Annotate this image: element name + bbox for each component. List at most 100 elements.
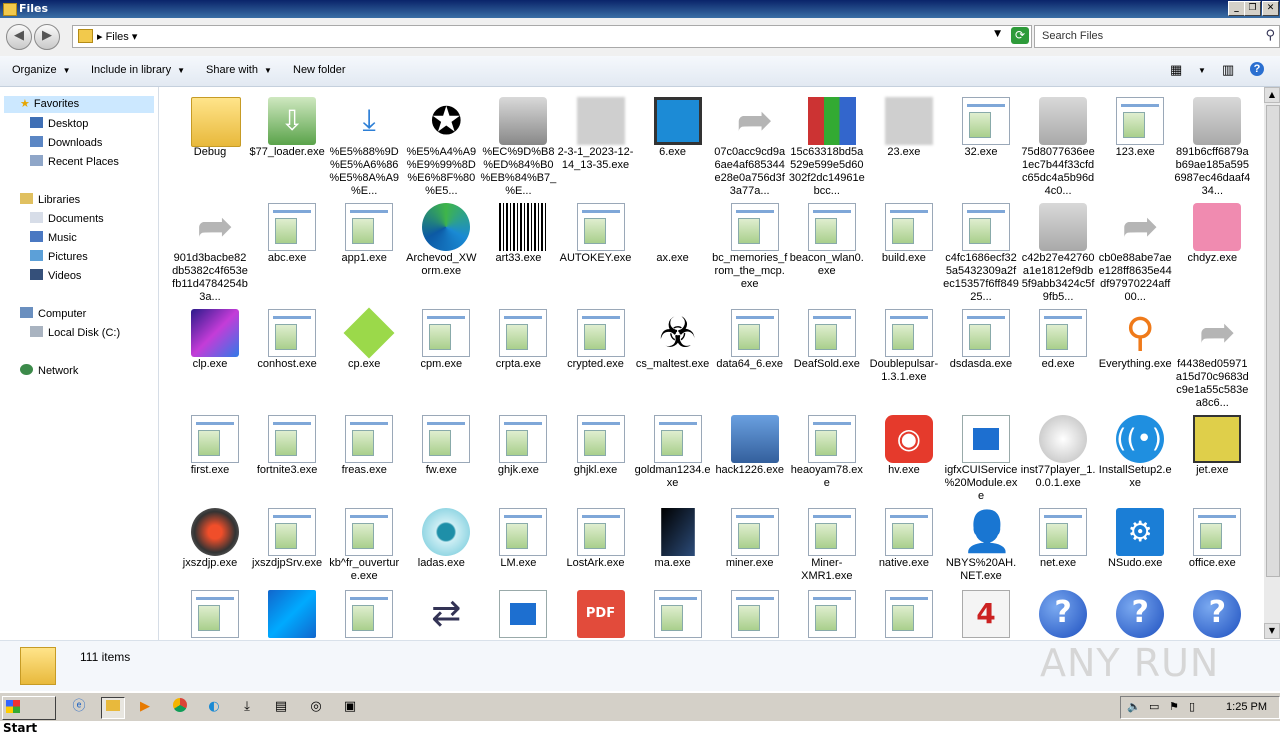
file-item[interactable]: cpm.exe [403, 303, 479, 407]
file-item[interactable]: ⤓ %E5%88%9D%E5%A6%86%E5%8A%A9%E... [326, 91, 402, 197]
preview-pane-icon[interactable]: ▥ [1222, 62, 1234, 78]
nav-desktop[interactable]: Desktop [30, 117, 88, 130]
action-center-icon[interactable]: ▯ [1189, 700, 1195, 713]
file-item[interactable]: ➦ cb0e88abe7aee128ff8635e44df97970224aff0… [1097, 197, 1173, 304]
file-item[interactable]: ➦ f4438ed05971a15d70c9683dc9e1a55c583ea8c… [1174, 303, 1250, 410]
file-item[interactable]: c4fc1686ecf325a5432309a2fec15357f6ff8492… [943, 197, 1019, 303]
file-item[interactable]: first.exe [172, 409, 248, 513]
file-item[interactable]: AUTOKEY.exe [558, 197, 634, 301]
file-item[interactable]: app1.exe [326, 197, 402, 301]
file-item[interactable]: ✪ %E5%A4%A9%E9%99%8D%E6%8F%80%E5... [403, 91, 479, 197]
file-item[interactable]: Archevod_XWorm.exe [403, 197, 479, 301]
nav-local-disk[interactable]: Local Disk (C:) [30, 326, 120, 339]
scroll-up-icon[interactable]: ▲ [1264, 87, 1280, 103]
edge-icon[interactable]: ◐ [203, 697, 225, 717]
file-item[interactable]: 2-3-1_2023-12-14_13-35.exe [558, 91, 634, 195]
file-item[interactable]: freas.exe [326, 409, 402, 513]
file-item[interactable]: 23.exe [866, 91, 942, 195]
file-item[interactable]: art33.exe [480, 197, 556, 301]
start-button[interactable]: Start [2, 696, 56, 735]
search-icon[interactable]: ⚲ [1265, 28, 1275, 43]
organize-button[interactable]: Organize ▼ [12, 64, 71, 76]
nav-computer[interactable]: Computer [20, 307, 86, 320]
nav-pictures[interactable]: Pictures [30, 250, 88, 263]
chevron-down-icon[interactable]: ▼ [994, 29, 1001, 39]
chevron-down-icon[interactable]: ▼ [1198, 66, 1206, 75]
file-item[interactable]: 4richedit.exe [943, 584, 1019, 639]
file-item[interactable]: PDFProject_8.ex [558, 584, 634, 639]
file-item[interactable]: jet.exe [1174, 409, 1250, 513]
include-in-library-button[interactable]: Include in library ▼ [91, 64, 185, 76]
file-item[interactable]: bc_memories_from_the_mcp.exe [712, 197, 788, 301]
file-item[interactable]: 891b6cff6879ab69ae185a5956987ec46daaf434… [1174, 91, 1250, 197]
breadcrumb[interactable]: ▸ Files ▾ [97, 30, 137, 43]
file-item[interactable]: 32.exe [943, 91, 1019, 195]
file-item[interactable]: %EC%9D%B8%ED%84%B0%EB%84%B7_%E... [480, 91, 556, 197]
search-input[interactable]: Search Files ⚲ [1034, 25, 1280, 48]
file-item[interactable]: fw.exe [403, 409, 479, 513]
file-item[interactable]: crpta.exe [480, 303, 556, 407]
file-item[interactable]: crypted.exe [558, 303, 634, 407]
clock[interactable]: 1:25 PM [1226, 701, 1267, 713]
file-item[interactable]: Ranseder.ex [789, 584, 865, 639]
file-item[interactable]: Doublepulsar-1.3.1.exe [866, 303, 942, 407]
nav-network[interactable]: Network [20, 364, 78, 377]
file-item[interactable]: data64_6.exe [712, 303, 788, 407]
file-item[interactable]: 123.exe [1097, 91, 1173, 195]
file-item[interactable]: Debug [172, 91, 248, 195]
nav-favorites[interactable]: ★ Favorites [4, 96, 154, 113]
new-folder-button[interactable]: New folder [293, 64, 346, 76]
nav-downloads[interactable]: Downloads [30, 136, 102, 149]
file-item[interactable]: newload.exe [172, 584, 248, 639]
file-item[interactable]: Project7.exe [635, 584, 711, 639]
file-item[interactable]: cp.exe [326, 303, 402, 407]
file-item[interactable]: ((•)) InstallSetup2.exe [1097, 409, 1173, 513]
file-item[interactable]: 75d8077636ee1ec7b44f33cfdc65dc4a5b96d4c0… [1020, 91, 1096, 197]
view-options-icon[interactable]: ▦ [1170, 62, 1182, 78]
file-item[interactable]: conhost.exe [249, 303, 325, 407]
file-item[interactable]: chdyz.exe [1174, 197, 1250, 301]
file-item[interactable]: 15c63318bd5a529e599e5d60302f2dc14961ebcc… [789, 91, 865, 197]
file-item[interactable]: ➦ 901d3bacbe82db5382c4f653efb11d4784254b3… [172, 197, 248, 304]
file-item[interactable]: PCclean_Eng [249, 584, 325, 639]
file-item[interactable]: dsdasda.exe [943, 303, 1019, 407]
file-item[interactable]: ?rty27.exe [1020, 584, 1096, 639]
media-player-icon[interactable]: ▶ [134, 697, 156, 717]
file-item[interactable]: qdhxpdybd [712, 584, 788, 639]
nav-libraries[interactable]: Libraries [20, 193, 80, 206]
file-item[interactable]: rec.exe [866, 584, 942, 639]
file-item[interactable]: c42b27e42760a1e1812ef9db5f9abb3424c5f9fb… [1020, 197, 1096, 303]
file-item[interactable]: DeafSold.exe [789, 303, 865, 407]
chrome-icon[interactable] [169, 697, 191, 717]
file-item[interactable]: 6.exe [635, 91, 711, 195]
file-item[interactable]: ghjkl.exe [558, 409, 634, 513]
explorer-taskbar-icon[interactable] [101, 697, 125, 719]
file-item[interactable]: fortnite3.exe [249, 409, 325, 513]
back-button[interactable]: ◀ [6, 24, 32, 50]
address-bar[interactable]: ▸ Files ▾ ▼ ⟳ [72, 25, 1032, 48]
close-button[interactable]: ✕ [1262, 1, 1279, 16]
file-item[interactable]: ?rty28.exe [1097, 584, 1173, 639]
internet-explorer-icon[interactable]: ⓔ [68, 697, 90, 717]
file-item[interactable]: goldman1234.exe [635, 409, 711, 513]
flag-icon[interactable]: ⚑ [1169, 700, 1179, 713]
nav-music[interactable]: Music [30, 231, 77, 244]
nav-documents[interactable]: Documents [30, 212, 104, 225]
file-item[interactable]: ⇄plink.exe [403, 584, 479, 639]
maximize-button[interactable]: ❐ [1244, 1, 1261, 16]
refresh-icon[interactable]: ⟳ [1011, 27, 1029, 44]
file-item[interactable]: Presentation [480, 584, 556, 639]
file-item[interactable]: pei.exe [326, 584, 402, 639]
file-item[interactable]: abc.exe [249, 197, 325, 301]
file-item[interactable]: ed.exe [1020, 303, 1096, 407]
volume-icon[interactable]: 🔈 [1127, 700, 1141, 713]
scroll-thumb[interactable] [1266, 105, 1280, 577]
file-item[interactable]: hack1226.exe [712, 409, 788, 513]
file-item[interactable]: clp.exe [172, 303, 248, 407]
minimize-button[interactable]: _ [1228, 1, 1245, 16]
network-tray-icon[interactable]: ▭ [1149, 700, 1159, 713]
file-item[interactable]: ax.exe [635, 197, 711, 301]
file-item[interactable]: beacon_wlan0.exe [789, 197, 865, 301]
file-item[interactable]: heaoyam78.exe [789, 409, 865, 513]
file-item[interactable]: inst77player_1.0.0.1.exe [1020, 409, 1096, 513]
